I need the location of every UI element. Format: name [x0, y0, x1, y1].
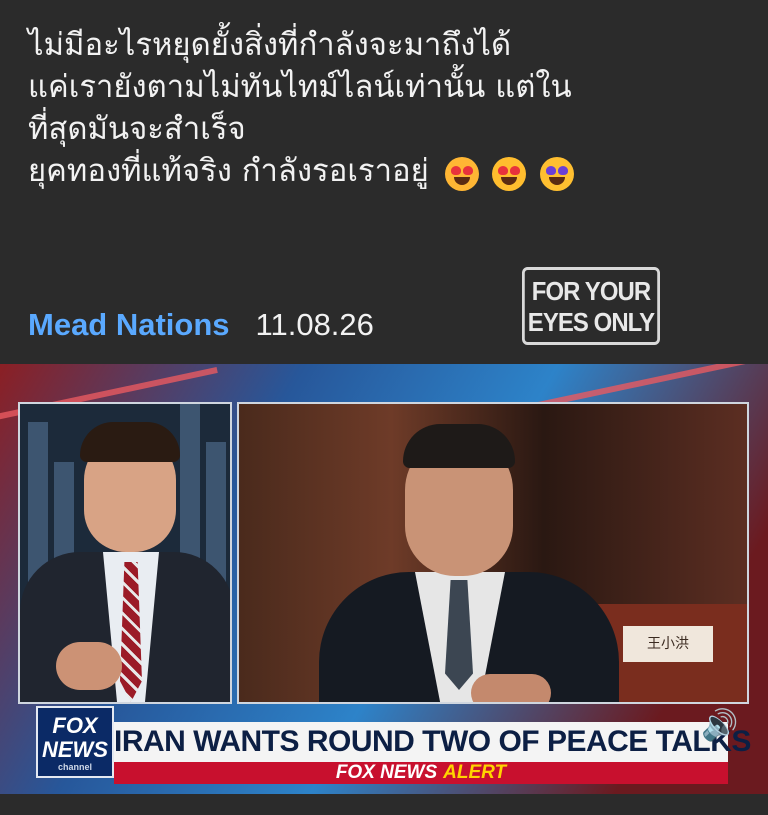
news-headline: IRAN WANTS ROUND TWO OF PEACE TALKS — [114, 722, 751, 762]
person-hair — [403, 424, 515, 468]
post-line: ที่สุดมันจะสำเร็จ — [28, 111, 246, 147]
nameplate: 王小洪 — [623, 626, 713, 662]
heart-eyes-icon — [492, 157, 527, 191]
star-struck-icon — [540, 157, 575, 191]
post-line-with-emojis: ยุคทองที่แท้จริง กำลังรอเราอยู่ — [28, 150, 748, 194]
post-date: 11.08.26 — [255, 307, 374, 342]
post-line: ยุคทองที่แท้จริง กำลังรอเราอยู่ — [28, 153, 429, 189]
emoji-row — [444, 152, 579, 194]
news-lower-third: FOX NEWS channel IRAN WANTS ROUND TWO OF… — [0, 702, 768, 794]
fox-news-logo: FOX NEWS channel — [36, 706, 114, 778]
post-text: ไม่มีอะไรหยุดยั้งสิ่งที่กำลังจะมาถึงได้ … — [28, 24, 748, 194]
stamp-line: EYES ONLY — [527, 307, 655, 337]
person-hands — [471, 674, 551, 702]
host-hand — [56, 642, 122, 690]
host-video-panel — [18, 402, 232, 704]
logo-line: NEWS — [42, 737, 108, 762]
post-line: แค่เรายังตามไม่ทันไทม์ไลน์เท่านั้น แต่ใน — [28, 69, 572, 105]
bottom-strip — [0, 794, 768, 815]
host-hair — [80, 422, 180, 462]
news-alert-bar: FOX NEWS ALERT — [114, 762, 728, 784]
for-your-eyes-only-stamp: FOR YOUR EYES ONLY — [522, 267, 660, 345]
logo-line: FOX — [52, 713, 98, 738]
guest-video-panel: 王小洪 — [237, 402, 749, 704]
alert-word: ALERT — [443, 762, 507, 783]
author-link[interactable]: Mead Nations — [28, 307, 230, 343]
video-player[interactable]: 王小洪 FOX NEWS channel IRAN WANTS ROUND TW… — [0, 364, 768, 794]
logo-sub: channel — [57, 762, 92, 772]
smiling-face-with-hearts-icon — [444, 157, 479, 191]
stamp-line: FOR YOUR — [531, 276, 651, 306]
post-meta: Mead Nations 11.08.26 — [28, 300, 374, 350]
speaker-icon[interactable]: 🔊 — [698, 704, 742, 748]
post-line: ไม่มีอะไรหยุดยั้งสิ่งที่กำลังจะมาถึงได้ — [28, 27, 512, 63]
alert-brand: FOX NEWS — [335, 762, 438, 783]
